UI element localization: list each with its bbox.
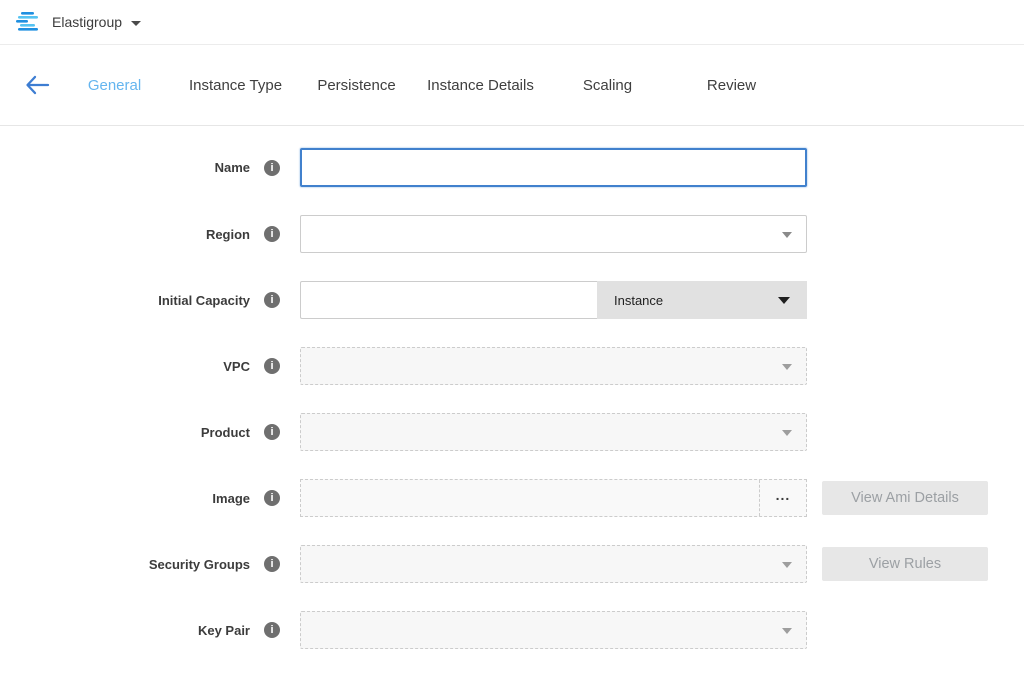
wizard-tab-bar: General Instance Type Persistence Instan… xyxy=(0,45,1024,126)
image-label: Image xyxy=(0,491,250,506)
product-select[interactable] xyxy=(300,413,807,451)
image-field[interactable]: ... xyxy=(300,479,807,517)
region-label: Region xyxy=(0,227,250,242)
info-icon[interactable]: i xyxy=(264,226,280,242)
info-icon[interactable]: i xyxy=(264,556,280,572)
vpc-select[interactable] xyxy=(300,347,807,385)
region-select[interactable] xyxy=(300,215,807,253)
info-icon[interactable]: i xyxy=(264,490,280,506)
form-row-product: Product i xyxy=(0,413,1024,451)
image-value xyxy=(301,480,759,516)
form-row-image: Image i ... View Ami Details xyxy=(0,479,1024,517)
form-row-name: Name i xyxy=(0,148,1024,187)
top-bar: Elastigroup xyxy=(0,0,1024,45)
key-pair-select[interactable] xyxy=(300,611,807,649)
info-icon[interactable]: i xyxy=(264,292,280,308)
security-groups-label: Security Groups xyxy=(0,557,250,572)
tab-instance-type[interactable]: Instance Type xyxy=(175,77,296,94)
view-rules-button[interactable]: View Rules xyxy=(822,547,988,581)
back-button[interactable] xyxy=(20,68,54,102)
tabs: General Instance Type Persistence Instan… xyxy=(54,77,792,94)
chevron-down-icon xyxy=(778,297,790,304)
info-icon[interactable]: i xyxy=(264,358,280,374)
form-row-region: Region i xyxy=(0,215,1024,253)
product-name: Elastigroup xyxy=(52,14,122,30)
chevron-down-icon xyxy=(782,628,792,634)
capacity-unit-select[interactable]: Instance xyxy=(597,281,807,319)
view-ami-details-button[interactable]: View Ami Details xyxy=(822,481,988,515)
info-icon[interactable]: i xyxy=(264,622,280,638)
image-browse-button[interactable]: ... xyxy=(759,480,806,516)
vpc-label: VPC xyxy=(0,359,250,374)
chevron-down-icon xyxy=(782,430,792,436)
info-icon[interactable]: i xyxy=(264,424,280,440)
chevron-down-icon xyxy=(131,21,141,26)
general-settings-form: Name i Region i Initial Capacity i Insta… xyxy=(0,126,1024,649)
initial-capacity-input[interactable] xyxy=(300,281,597,319)
form-row-vpc: VPC i xyxy=(0,347,1024,385)
tab-scaling[interactable]: Scaling xyxy=(544,77,671,94)
chevron-down-icon xyxy=(782,364,792,370)
capacity-unit-value: Instance xyxy=(614,293,663,308)
product-switcher[interactable]: Elastigroup xyxy=(16,11,141,34)
security-groups-select[interactable] xyxy=(300,545,807,583)
key-pair-label: Key Pair xyxy=(0,623,250,638)
name-label: Name xyxy=(0,160,250,175)
form-row-key-pair: Key Pair i xyxy=(0,611,1024,649)
arrow-left-icon xyxy=(24,75,50,95)
product-label: Product xyxy=(0,425,250,440)
name-input[interactable] xyxy=(300,148,807,187)
tab-general[interactable]: General xyxy=(54,77,175,94)
info-icon[interactable]: i xyxy=(264,160,280,176)
chevron-down-icon xyxy=(782,562,792,568)
form-row-security-groups: Security Groups i View Rules xyxy=(0,545,1024,583)
elastigroup-logo-icon xyxy=(16,11,40,34)
tab-review[interactable]: Review xyxy=(671,77,792,94)
tab-instance-details[interactable]: Instance Details xyxy=(417,77,544,94)
chevron-down-icon xyxy=(782,232,792,238)
tab-persistence[interactable]: Persistence xyxy=(296,77,417,94)
form-row-initial-capacity: Initial Capacity i Instance xyxy=(0,281,1024,319)
initial-capacity-label: Initial Capacity xyxy=(0,293,250,308)
